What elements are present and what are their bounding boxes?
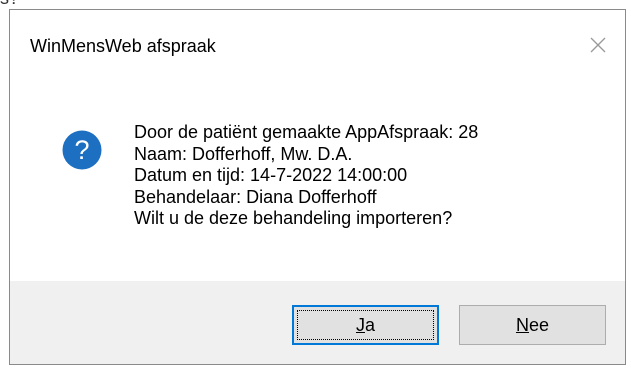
message-dialog: WinMensWeb afspraak ? Door de patiënt ge… bbox=[9, 9, 626, 365]
dialog-message: Door de patiënt gemaakte AppAfspraak: 28… bbox=[134, 122, 478, 230]
close-icon bbox=[590, 37, 606, 53]
title-bar: WinMensWeb afspraak bbox=[10, 10, 625, 80]
message-line: Door de patiënt gemaakte AppAfspraak: 28 bbox=[134, 122, 479, 142]
no-button-label: ee bbox=[528, 314, 550, 335]
message-line: Wilt u de deze behandeling importeren? bbox=[134, 208, 453, 228]
svg-text:?: ? bbox=[74, 135, 89, 165]
button-bar: Ja Nee bbox=[10, 281, 625, 364]
focus-ring bbox=[297, 310, 434, 340]
background-window-strip: s? bbox=[0, 0, 631, 9]
background-partial-text: s? bbox=[0, 0, 19, 7]
dialog-title: WinMensWeb afspraak bbox=[30, 36, 216, 56]
yes-button[interactable]: Ja bbox=[292, 305, 439, 345]
question-icon: ? bbox=[62, 130, 102, 170]
close-button[interactable] bbox=[581, 28, 615, 62]
message-line: Datum en tijd: 14-7-2022 14:00:00 bbox=[134, 165, 408, 185]
message-line: Naam: Dofferhoff, Mw. D.A. bbox=[134, 143, 353, 164]
no-button-accel: N bbox=[515, 314, 529, 335]
message-line: Behandelaar: Diana Dofferhoff bbox=[134, 186, 377, 207]
no-button[interactable]: Nee bbox=[459, 305, 606, 345]
